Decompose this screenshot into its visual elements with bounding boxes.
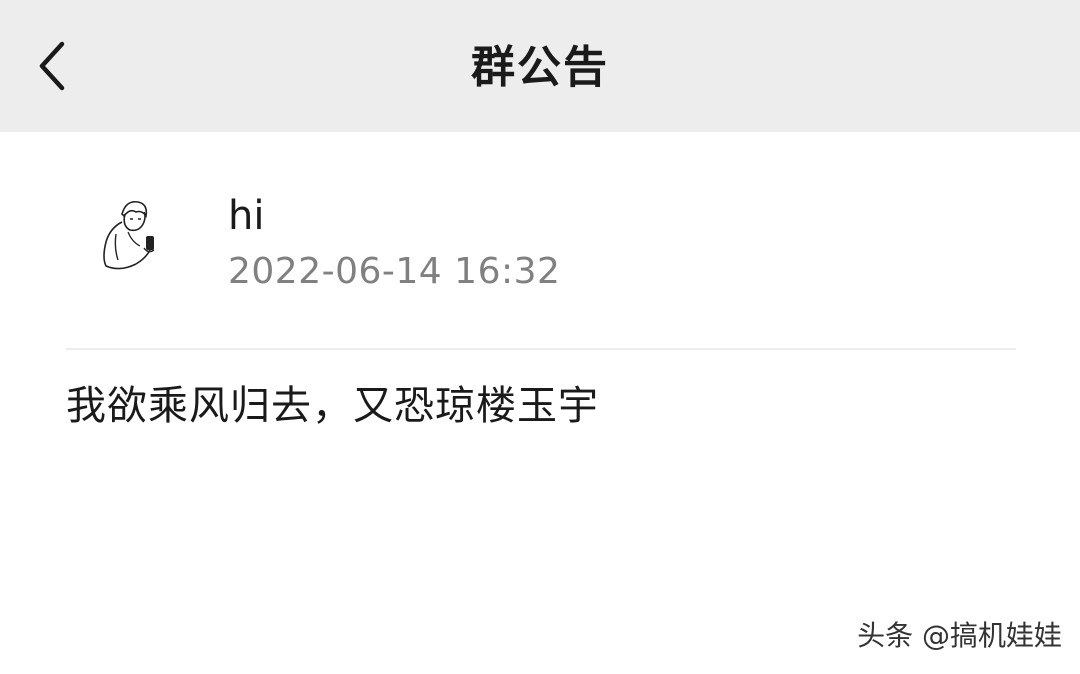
- page-title: 群公告: [471, 42, 609, 93]
- divider: [66, 348, 1016, 350]
- author-name: hi: [228, 193, 265, 239]
- announcement-page: 群公告 hi 2022-06-14 16:32 我欲乘风归去，又恐琼楼玉宇 头条…: [0, 0, 1080, 674]
- avatar-sketch-image: [103, 200, 155, 270]
- announcement-content: 我欲乘风归去，又恐琼楼玉宇: [66, 383, 599, 429]
- watermark: 头条 @搞机娃娃: [857, 619, 1062, 652]
- top-nav-bar: 群公告: [0, 0, 1080, 132]
- avatar[interactable]: [92, 192, 172, 282]
- author-info: hi 2022-06-14 16:32: [66, 176, 1016, 316]
- post-timestamp: 2022-06-14 16:32: [228, 251, 561, 292]
